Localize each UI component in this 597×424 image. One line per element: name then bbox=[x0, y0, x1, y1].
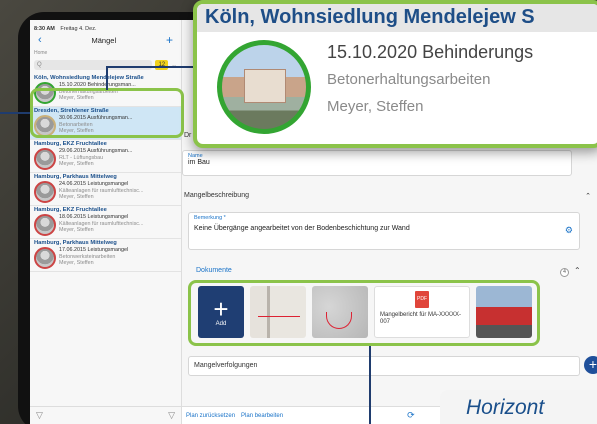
followups-section[interactable]: Mangelverfolgungen bbox=[188, 356, 580, 376]
count-badge: 12 bbox=[155, 60, 169, 70]
list-item-person: Meyer, Steffen bbox=[59, 161, 94, 168]
partial-label: Dr bbox=[184, 132, 192, 139]
zoom-trade: Betonerhaltungsarbeiten bbox=[327, 71, 491, 88]
search-input[interactable]: Q bbox=[34, 60, 153, 70]
building-thumbnail bbox=[34, 181, 56, 203]
list-item[interactable]: Hamburg, EKZ Fruchtallee 18.06.2015 Leis… bbox=[30, 206, 181, 239]
building-thumbnail bbox=[34, 247, 56, 269]
filter-off-icon[interactable]: ▽ bbox=[36, 410, 43, 421]
connector-line bbox=[369, 346, 371, 424]
caption-text: Horizont bbox=[440, 390, 597, 424]
zoom-title: Köln, Wohnsiedlung Mendelejew S bbox=[197, 4, 597, 32]
list-item-date: 17.06.2015 Leistungsmangel bbox=[59, 247, 129, 253]
list-item-trade: Kälteanlagen für raumlufttechnisc... bbox=[59, 187, 144, 194]
breadcrumb[interactable]: Home bbox=[30, 48, 181, 58]
list-item-title: Hamburg, EKZ Fruchtallee bbox=[34, 141, 107, 147]
list-item-date: 18.06.2015 Leistungsmangel bbox=[59, 214, 129, 220]
status-bar: 8:30 AM Freitag 4. Dez. bbox=[30, 20, 181, 32]
connector-line bbox=[106, 66, 108, 90]
chevron-up-icon[interactable]: ⌃ bbox=[585, 192, 591, 200]
edit-plan-link[interactable]: Plan bearbeiten bbox=[241, 413, 283, 419]
sidebar-navbar: ‹ Mängel + bbox=[30, 32, 181, 48]
list-item-title: Hamburg, Parkhaus Mittelweg bbox=[34, 240, 117, 246]
documents-label: Dokumente bbox=[196, 267, 232, 274]
list-item-person: Meyer, Steffen bbox=[59, 227, 94, 234]
add-followup-button[interactable]: + bbox=[584, 356, 597, 374]
filter-icon[interactable]: ▽ bbox=[168, 410, 175, 421]
followups-title: Mangelverfolgungen bbox=[194, 362, 258, 369]
status-field-value: im Bau bbox=[188, 159, 210, 166]
list-item[interactable]: Hamburg, Parkhaus Mittelweg 24.06.2015 L… bbox=[30, 173, 181, 206]
sidebar-title: Mängel bbox=[91, 35, 117, 45]
sidebar-footer: ▽ ▽ bbox=[30, 406, 181, 424]
reset-plan-link[interactable]: Plan zurücksetzen bbox=[186, 413, 235, 419]
connector-line bbox=[0, 112, 30, 114]
building-thumbnail bbox=[34, 148, 56, 170]
list-item-trade: RLT - Lüftungsbau bbox=[59, 154, 104, 161]
list-item[interactable]: Hamburg, Parkhaus Mittelweg 17.06.2015 L… bbox=[30, 239, 181, 272]
remark-label: Bemerkung * bbox=[194, 215, 226, 221]
list-item-date: 24.06.2015 Leistungsmangel bbox=[59, 181, 129, 187]
chevron-up-icon[interactable]: ⌃ bbox=[574, 266, 581, 275]
list-item-person: Meyer, Steffen bbox=[59, 194, 94, 201]
remark-value: Keine Übergänge angearbeitet von der Bod… bbox=[194, 225, 410, 232]
connector-line bbox=[106, 66, 194, 68]
section-description-title: Mangelbeschreibung bbox=[184, 192, 249, 199]
section-description[interactable]: Mangelbeschreibung ⌃ bbox=[184, 192, 591, 200]
dictation-icon[interactable]: ⚙ bbox=[565, 225, 573, 236]
sync-icon[interactable]: ⟳ bbox=[407, 410, 415, 421]
zoom-person: Meyer, Steffen bbox=[327, 98, 424, 115]
status-date: Freitag 4. Dez. bbox=[60, 26, 97, 32]
list-item-trade: Kälteanlagen für raumlufttechnisc... bbox=[59, 220, 144, 227]
building-thumbnail bbox=[34, 214, 56, 236]
zoom-date: 15.10.2020 Behinderungs bbox=[327, 42, 534, 62]
status-time: 8:30 AM bbox=[34, 26, 55, 32]
list-item-title: Hamburg, Parkhaus Mittelweg bbox=[34, 174, 117, 180]
list-item[interactable]: Hamburg, EKZ Fruchtallee 29.06.2015 Ausf… bbox=[30, 140, 181, 173]
list-item-person: Meyer, Steffen bbox=[59, 260, 94, 267]
plus-icon[interactable]: + bbox=[166, 33, 173, 47]
list-item-trade: Betonwerksteinarbeiten bbox=[59, 253, 116, 260]
list-highlight bbox=[30, 88, 184, 138]
chevron-left-icon[interactable]: ‹ bbox=[38, 34, 42, 46]
remark-field[interactable]: Bemerkung * Keine Übergänge angearbeitet… bbox=[188, 212, 580, 250]
building-thumbnail bbox=[217, 40, 311, 134]
zoom-callout: Köln, Wohnsiedlung Mendelejew S 15.10.20… bbox=[193, 0, 597, 148]
status-field[interactable]: Name im Bau bbox=[182, 150, 572, 176]
documents-count: 4 bbox=[560, 268, 569, 277]
documents-highlight bbox=[188, 280, 540, 346]
list-item-title: Hamburg, EKZ Fruchtallee bbox=[34, 207, 107, 213]
list-item-date: 29.06.2015 Ausführungsman... bbox=[59, 148, 133, 154]
